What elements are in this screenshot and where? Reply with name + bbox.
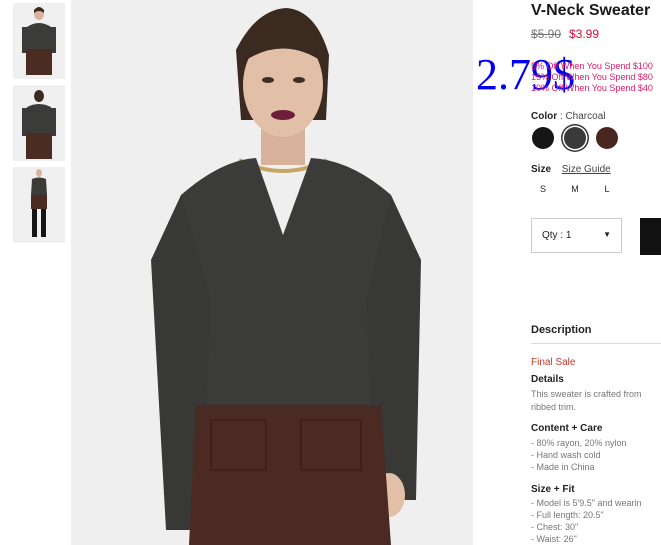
details-title: Details <box>531 374 564 385</box>
color-value: Charcoal <box>565 111 606 122</box>
product-title: V-Neck Sweater <box>531 2 651 19</box>
thumbnail-full-length-image <box>13 167 65 243</box>
quantity-select[interactable]: Qty : 1 ▼ <box>531 218 622 253</box>
product-info-panel: V-Neck Sweater $5.90 $3.99 5% Off When Y… <box>531 0 661 545</box>
size-option-l[interactable]: L <box>600 184 614 194</box>
thumbnail-back[interactable] <box>13 85 65 161</box>
swatch-charcoal[interactable] <box>564 127 586 149</box>
thumbnail-front-image <box>13 3 65 79</box>
add-to-bag-button[interactable] <box>640 218 661 255</box>
original-price: $5.90 <box>531 27 562 41</box>
size-label-row: Size Size Guide <box>531 164 611 175</box>
details-line: This sweater is crafted from <box>531 389 642 399</box>
promo-line: 15% Off When You Spend $80 <box>531 72 653 82</box>
color-label-row: Color : Charcoal <box>531 111 605 122</box>
swatch-black[interactable] <box>532 127 554 149</box>
promo-line: 5% Off When You Spend $100 <box>531 61 653 71</box>
size-label: Size <box>531 164 552 175</box>
care-title: Content + Care <box>531 423 603 434</box>
color-separator: : <box>559 111 563 122</box>
swatch-brown[interactable] <box>596 127 618 149</box>
product-photo <box>71 0 473 545</box>
divider <box>531 343 661 344</box>
thumbnail-back-image <box>13 85 65 161</box>
size-options: S M L <box>531 184 661 198</box>
main-product-image[interactable] <box>71 0 473 545</box>
promo-line: 10% Off When You Spend $40 <box>531 83 653 93</box>
thumbnail-full-length[interactable] <box>13 167 65 243</box>
promo-list: 5% Off When You Spend $100 15% Off When … <box>531 61 661 94</box>
sale-price: $3.99 <box>569 27 600 41</box>
size-option-s[interactable]: S <box>536 184 550 194</box>
color-label: Color <box>531 111 558 122</box>
color-swatches <box>531 127 661 151</box>
care-line: - Made in China <box>531 462 595 472</box>
thumbnail-gallery <box>13 3 65 249</box>
size-guide-link[interactable]: Size Guide <box>562 164 611 175</box>
details-line: ribbed trim. <box>531 402 577 412</box>
quantity-label: Qty : 1 <box>542 230 572 241</box>
chevron-down-icon: ▼ <box>603 230 611 239</box>
fit-title: Size + Fit <box>531 484 575 495</box>
fit-line: - Waist: 26" <box>531 534 577 544</box>
size-option-m[interactable]: M <box>568 184 582 194</box>
final-sale-label: Final Sale <box>531 357 576 368</box>
thumbnail-front[interactable] <box>13 3 65 79</box>
description-heading: Description <box>531 324 592 336</box>
